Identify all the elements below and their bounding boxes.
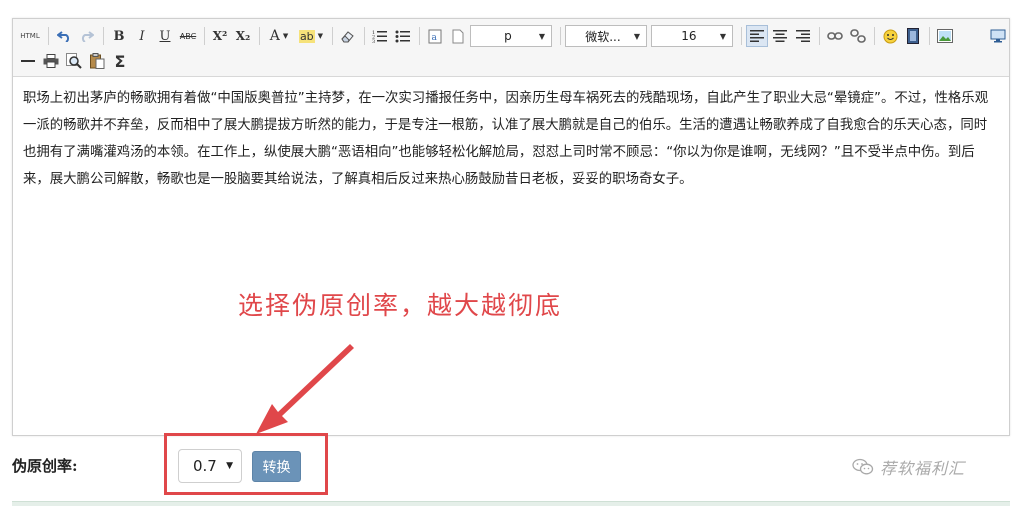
chevron-down-icon: ▼ <box>719 31 726 41</box>
toolbar-separator <box>419 27 420 45</box>
toolbar-separator <box>103 27 104 45</box>
bottom-strip <box>12 501 1010 506</box>
undo-icon[interactable] <box>53 25 75 47</box>
eraser-icon[interactable] <box>337 25 359 47</box>
print-icon[interactable] <box>40 50 62 72</box>
chevron-down-icon: ▼ <box>226 461 233 471</box>
toolbar-separator <box>364 27 365 45</box>
convert-button[interactable]: 转换 <box>252 451 301 482</box>
align-right-icon[interactable] <box>792 25 814 47</box>
font-family-select[interactable]: 微软... ▼ <box>565 25 647 47</box>
svg-text:3: 3 <box>372 39 375 43</box>
toolbar-row-1: HTML B I U ABC X² X₂ A ▼ ab ▼ 1 2 3 a p … <box>17 23 1010 49</box>
unlink-icon[interactable] <box>847 25 869 47</box>
bold-button[interactable]: B <box>108 25 130 47</box>
align-left-icon[interactable] <box>746 25 768 47</box>
paste-text-icon[interactable]: a <box>424 25 446 47</box>
rate-select-value: 0.7 <box>193 457 217 475</box>
toolbar-separator <box>332 27 333 45</box>
highlight-color-button[interactable]: ab ▼ <box>295 25 327 47</box>
redo-icon[interactable] <box>76 25 98 47</box>
paragraph-format-select[interactable]: p ▼ <box>470 25 552 47</box>
italic-button[interactable]: I <box>131 25 153 47</box>
font-size-select[interactable]: 16 ▼ <box>651 25 733 47</box>
new-document-icon[interactable] <box>447 25 469 47</box>
chevron-down-icon: ▼ <box>538 31 545 41</box>
chevron-down-icon: ▼ <box>282 32 289 40</box>
highlight-label: ab <box>298 29 315 43</box>
sum-formula-button[interactable]: Σ <box>109 50 131 72</box>
rich-text-editor: HTML B I U ABC X² X₂ A ▼ ab ▼ 1 2 3 a p … <box>12 18 1010 436</box>
link-icon[interactable] <box>824 25 846 47</box>
strikethrough-button[interactable]: ABC <box>177 25 199 47</box>
wechat-icon <box>852 458 874 475</box>
paragraph-format-value: p <box>504 29 512 43</box>
svg-text:a: a <box>432 33 438 43</box>
watermark-text: 荐软福利汇 <box>880 459 966 478</box>
toolbar-separator <box>48 27 49 45</box>
chevron-down-icon: ▼ <box>317 32 324 40</box>
magnifier-icon[interactable] <box>63 50 85 72</box>
editor-toolbar: HTML B I U ABC X² X₂ A ▼ ab ▼ 1 2 3 a p … <box>13 19 1009 77</box>
content-paragraph: 职场上初出茅庐的畅歌拥有着做“中国版奥普拉”主持梦，在一次实习播报任务中，因亲历… <box>23 91 989 187</box>
watermark: 荐软福利汇 <box>852 455 965 479</box>
toolbar-separator <box>259 27 260 45</box>
editor-content[interactable]: 职场上初出茅庐的畅歌拥有着做“中国版奥普拉”主持梦，在一次实习播报任务中，因亲历… <box>23 85 993 193</box>
font-color-label: A <box>269 28 280 44</box>
toolbar-separator <box>929 27 930 45</box>
font-family-value: 微软... <box>585 29 621 44</box>
underline-button[interactable]: U <box>154 25 176 47</box>
toolbar-separator <box>741 27 742 45</box>
ordered-list-icon[interactable]: 123 <box>369 25 391 47</box>
font-color-button[interactable]: A ▼ <box>264 25 294 47</box>
chevron-down-icon: ▼ <box>633 31 640 41</box>
paste-icon[interactable] <box>86 50 108 72</box>
rate-label: 伪原创率: <box>12 457 78 475</box>
toolbar-separator <box>819 27 820 45</box>
html-source-button[interactable]: HTML <box>17 25 43 47</box>
toolbar-separator <box>874 27 875 45</box>
toolbar-row-2: Σ <box>17 48 132 74</box>
annotation-arrow-icon <box>256 344 354 434</box>
subscript-button[interactable]: X₂ <box>232 25 254 47</box>
horizontal-rule-icon[interactable] <box>17 50 39 72</box>
align-center-icon[interactable] <box>769 25 791 47</box>
emoticon-icon[interactable] <box>879 25 901 47</box>
annotation-text: 选择伪原创率，越大越彻底 <box>238 291 563 320</box>
image-icon[interactable] <box>934 25 956 47</box>
font-size-value: 16 <box>681 29 697 43</box>
preview-monitor-icon[interactable] <box>987 25 1009 47</box>
toolbar-separator <box>560 27 561 45</box>
superscript-button[interactable]: X² <box>209 25 231 47</box>
unordered-list-icon[interactable] <box>392 25 414 47</box>
toolbar-separator <box>204 27 205 45</box>
video-icon[interactable] <box>902 25 924 47</box>
rate-select[interactable]: 0.7 ▼ <box>178 449 242 483</box>
